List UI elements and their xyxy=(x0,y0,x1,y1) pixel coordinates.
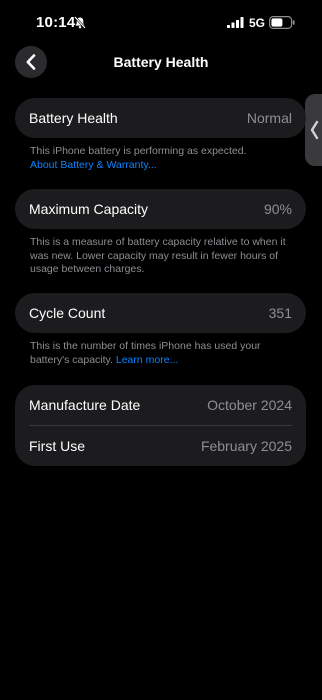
manufacture-date-value: October 2024 xyxy=(207,397,292,413)
chevron-left-icon xyxy=(310,120,319,140)
signal-icon xyxy=(227,17,244,28)
cycle-count-label: Cycle Count xyxy=(29,305,106,321)
maximum-capacity-row: Maximum Capacity 90% xyxy=(15,189,306,229)
bell-off-icon xyxy=(74,16,86,29)
page-title: Battery Health xyxy=(113,54,209,70)
battery-health-label: Battery Health xyxy=(29,110,118,126)
cycle-count-value: 351 xyxy=(268,305,292,321)
maximum-capacity-value: 90% xyxy=(263,201,292,217)
battery-health-row: Battery Health Normal xyxy=(15,98,306,138)
battery-health-card: Battery Health Normal xyxy=(15,98,306,138)
manufacture-date-label: Manufacture Date xyxy=(29,397,141,413)
first-use-label: First Use xyxy=(29,438,85,454)
manufacture-date-row: Manufacture Date October 2024 xyxy=(15,385,306,425)
status-time: 10:14 xyxy=(36,14,76,31)
cycle-count-row: Cycle Count 351 xyxy=(15,293,306,333)
about-battery-warranty-link[interactable]: About Battery & Warranty... xyxy=(30,159,157,171)
maximum-capacity-label: Maximum Capacity xyxy=(29,201,149,217)
side-handle[interactable] xyxy=(305,94,322,166)
status-bar: 10:14 5G xyxy=(0,0,322,46)
cycle-count-footnote: This is the number of times iPhone has u… xyxy=(30,340,294,367)
nav-bar: Battery Health xyxy=(0,44,322,80)
battery-health-footnote-text: This iPhone battery is performing as exp… xyxy=(30,145,247,157)
first-use-value: February 2025 xyxy=(200,438,292,454)
learn-more-link[interactable]: Learn more... xyxy=(116,354,178,366)
network-label: 5G xyxy=(249,16,266,30)
maximum-capacity-footnote: This is a measure of battery capacity re… xyxy=(30,236,286,275)
battery-health-value: Normal xyxy=(246,110,292,126)
cycle-count-card: Cycle Count 351 xyxy=(15,293,306,333)
first-use-row: First Use February 2025 xyxy=(15,426,306,466)
dates-card: Manufacture Date October 2024 First Use … xyxy=(15,385,306,466)
battery-health-footnote: This iPhone battery is performing as exp… xyxy=(30,145,294,172)
battery-icon xyxy=(269,16,295,29)
maximum-capacity-card: Maximum Capacity 90% xyxy=(15,189,306,229)
